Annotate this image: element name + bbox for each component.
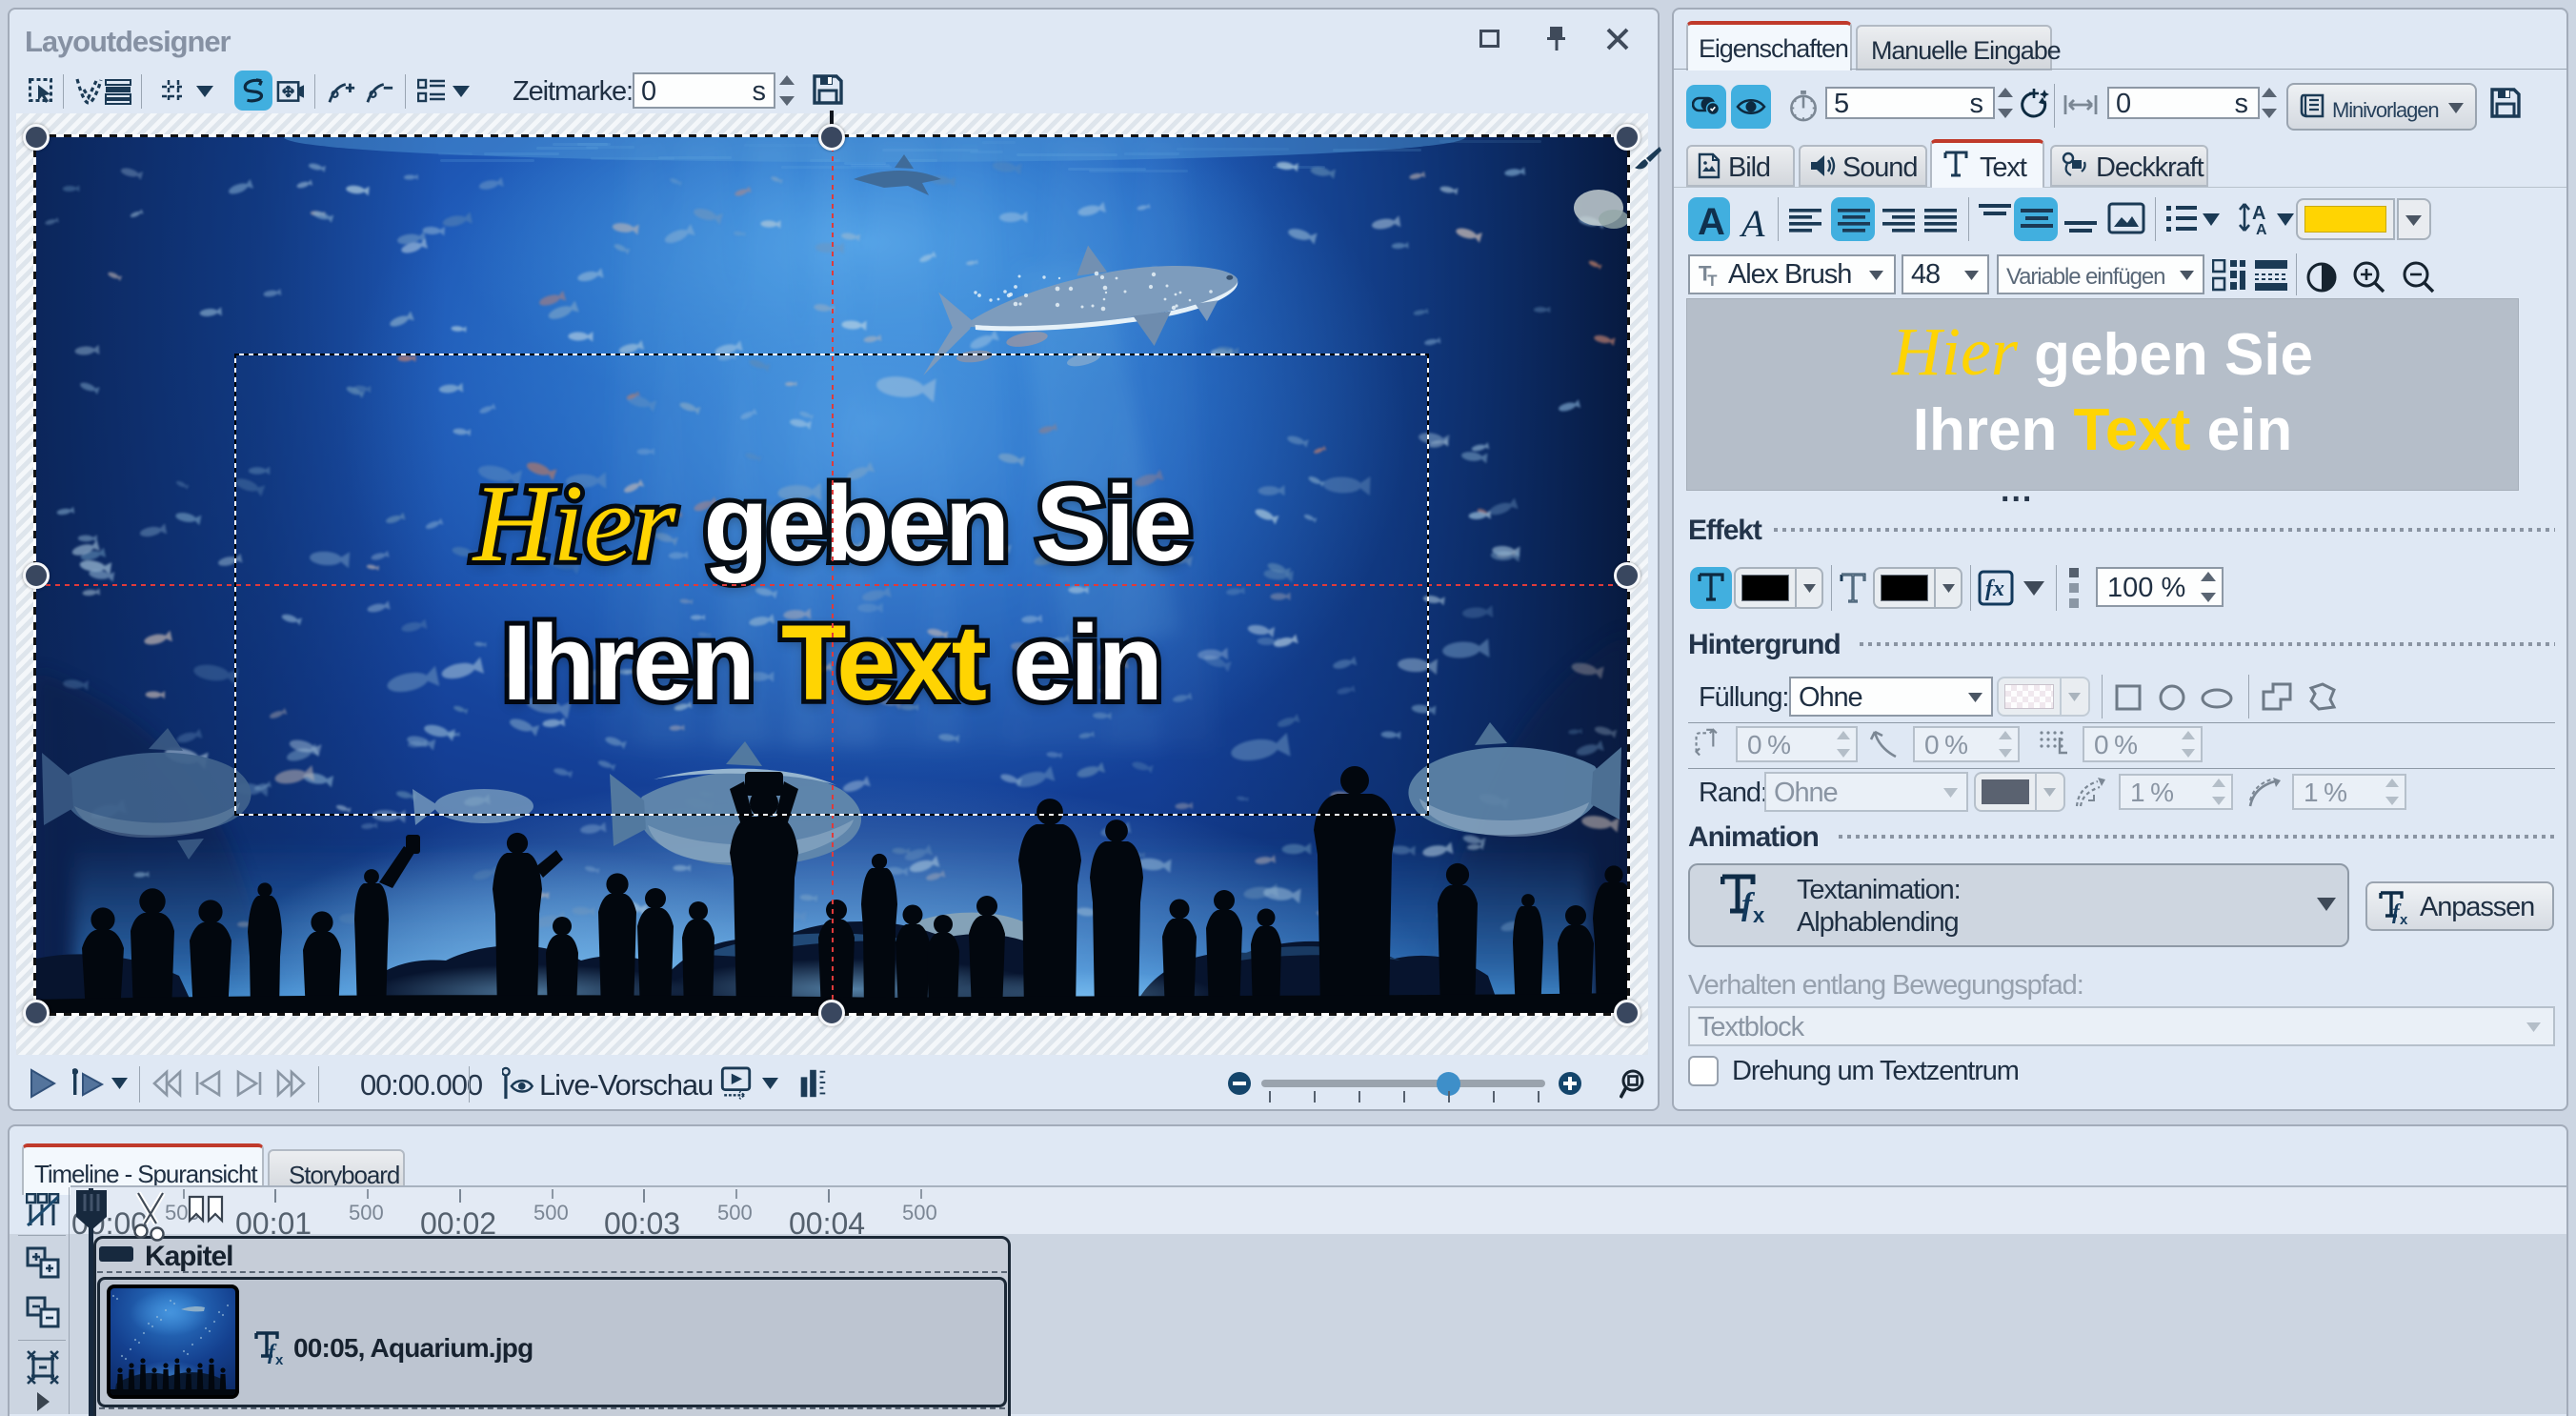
svg-text:A: A [2256, 222, 2267, 238]
svg-text:fx: fx [1985, 577, 2004, 601]
svg-text:A: A [2252, 203, 2265, 224]
svg-text:x: x [2400, 912, 2408, 928]
svg-text:x: x [1753, 903, 1765, 927]
svg-text:x: x [275, 1352, 284, 1368]
svg-text:T: T [1707, 272, 1718, 288]
